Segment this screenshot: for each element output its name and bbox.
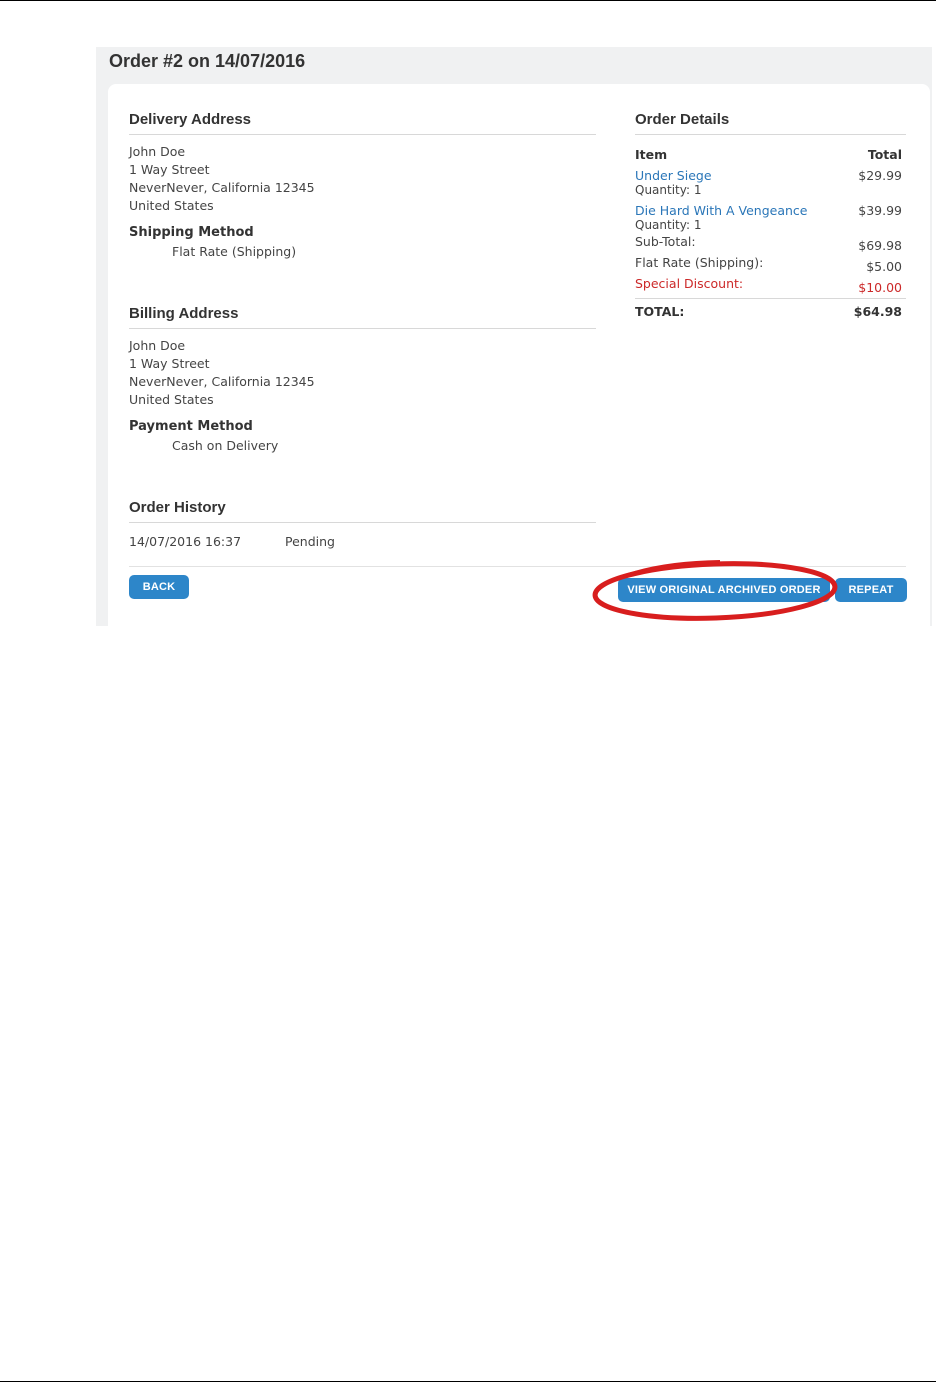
total-label: TOTAL:	[635, 304, 685, 319]
billing-address: John Doe 1 Way Street NeverNever, Califo…	[129, 337, 596, 409]
discount-row: Special Discount: $10.00	[635, 276, 906, 295]
order-details-heading: Order Details	[635, 111, 906, 135]
total-value: $64.98	[853, 304, 902, 319]
order-details-header: Item Total	[635, 147, 906, 162]
address-column: Delivery Address John Doe 1 Way Street N…	[129, 111, 596, 549]
document-top-rule	[0, 0, 936, 1]
delivery-line: John Doe	[129, 144, 186, 159]
order-history-heading: Order History	[129, 499, 596, 523]
subtotal-label: Sub-Total:	[635, 234, 696, 249]
shipping-method-label: Shipping Method	[129, 225, 254, 240]
billing-line: United States	[129, 392, 214, 407]
view-original-archived-order-button[interactable]: VIEW ORIGINAL ARCHIVED ORDER	[618, 578, 830, 602]
order-card: Delivery Address John Doe 1 Way Street N…	[108, 84, 930, 626]
item-quantity: Quantity: 1	[635, 218, 702, 232]
history-status: Pending	[285, 534, 335, 549]
document-bottom-rule	[0, 1381, 936, 1382]
item-price: $29.99	[858, 168, 902, 183]
shipping-value: $5.00	[866, 259, 902, 274]
item-quantity: Quantity: 1	[635, 183, 702, 197]
subtotal-value: $69.98	[858, 238, 902, 253]
billing-line: John Doe	[129, 338, 186, 353]
delivery-line: United States	[129, 198, 214, 213]
subtotal-row: Sub-Total: $69.98	[635, 234, 906, 253]
discount-label: Special Discount:	[635, 276, 744, 291]
order-item: Die Hard With A Vengeance Quantity: 1 $3…	[635, 203, 906, 232]
billing-line: 1 Way Street	[129, 356, 210, 371]
history-row: 14/07/2016 16:37 Pending	[129, 534, 596, 549]
billing-line: NeverNever, California 12345	[129, 374, 315, 389]
back-button[interactable]: BACK	[129, 575, 189, 599]
billing-heading: Billing Address	[129, 305, 596, 329]
order-item: Under Siege Quantity: 1 $29.99	[635, 168, 906, 197]
payment-method-value: Cash on Delivery	[172, 438, 279, 453]
shipping-method-value: Flat Rate (Shipping)	[172, 244, 297, 259]
order-details-column: Order Details Item Total Under Siege Qua…	[635, 111, 906, 319]
column-item: Item	[635, 147, 668, 162]
column-total: Total	[867, 147, 902, 162]
delivery-line: NeverNever, California 12345	[129, 180, 315, 195]
delivery-line: 1 Way Street	[129, 162, 210, 177]
order-screenshot: Order #2 on 14/07/2016 Delivery Address …	[96, 47, 932, 626]
delivery-section: Delivery Address John Doe 1 Way Street N…	[129, 111, 596, 259]
item-link-under-siege[interactable]: Under Siege	[635, 168, 712, 183]
delivery-heading: Delivery Address	[129, 111, 596, 135]
shipping-label: Flat Rate (Shipping):	[635, 255, 764, 270]
discount-value: $10.00	[858, 280, 902, 295]
history-date: 14/07/2016 16:37	[129, 534, 242, 549]
item-link-die-hard[interactable]: Die Hard With A Vengeance	[635, 203, 808, 218]
billing-section: Billing Address John Doe 1 Way Street Ne…	[129, 305, 596, 453]
page-title: Order #2 on 14/07/2016	[109, 51, 306, 71]
delivery-address: John Doe 1 Way Street NeverNever, Califo…	[129, 143, 596, 215]
item-price: $39.99	[858, 203, 902, 218]
shipping-row: Flat Rate (Shipping): $5.00	[635, 255, 906, 274]
repeat-button[interactable]: REPEAT	[835, 578, 907, 602]
payment-method-label: Payment Method	[129, 419, 253, 434]
footer-divider	[129, 566, 906, 567]
total-row: TOTAL: $64.98	[635, 298, 906, 319]
order-history-section: Order History 14/07/2016 16:37 Pending	[129, 499, 596, 549]
